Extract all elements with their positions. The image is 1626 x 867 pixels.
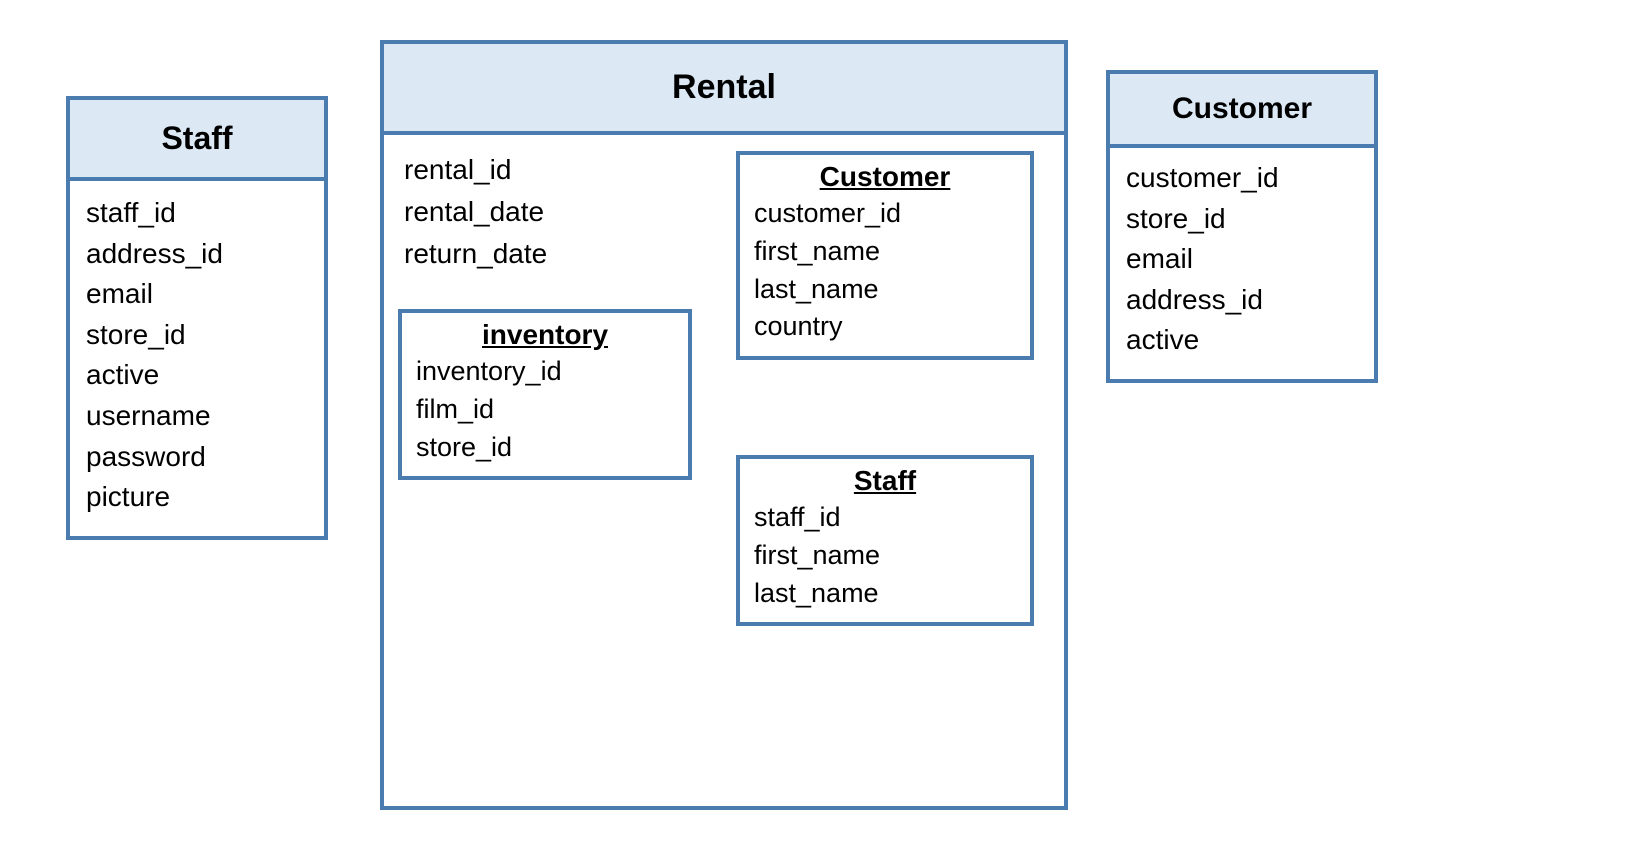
attr: email — [86, 274, 308, 315]
attr: password — [86, 437, 308, 478]
attr: first_name — [754, 537, 1016, 575]
entity-customer: Customer customer_id store_id email addr… — [1106, 70, 1378, 383]
attr: customer_id — [1126, 158, 1358, 199]
entity-header-staff: Staff — [70, 100, 324, 181]
attr: address_id — [86, 234, 308, 275]
attr: active — [1126, 320, 1358, 361]
entity-header-customer: Customer — [1110, 74, 1374, 148]
attr: address_id — [1126, 280, 1358, 321]
attr: store_id — [1126, 199, 1358, 240]
entity-header-rental: Rental — [384, 44, 1064, 135]
attr: staff_id — [86, 193, 308, 234]
attr: country — [754, 308, 1016, 346]
attr: inventory_id — [416, 353, 674, 391]
inner-title-inventory: inventory — [416, 319, 674, 351]
inner-title-staff: Staff — [754, 465, 1016, 497]
attr: active — [86, 355, 308, 396]
attr: staff_id — [754, 499, 1016, 537]
entity-body-rental: rental_id rental_date return_date Custom… — [384, 135, 1064, 811]
staff-attrs: staff_id address_id email store_id activ… — [86, 193, 308, 518]
attr: first_name — [754, 233, 1016, 271]
inner-entity-inventory: inventory inventory_id film_id store_id — [398, 309, 692, 480]
entity-staff: Staff staff_id address_id email store_id… — [66, 96, 328, 540]
attr: store_id — [86, 315, 308, 356]
customer-attrs: customer_id store_id email address_id ac… — [1126, 158, 1358, 361]
inner-entity-staff: Staff staff_id first_name last_name — [736, 455, 1034, 626]
attr: username — [86, 396, 308, 437]
attr: last_name — [754, 271, 1016, 309]
attr: last_name — [754, 575, 1016, 613]
attr: picture — [86, 477, 308, 518]
inner-title-customer: Customer — [754, 161, 1016, 193]
entity-body-staff: staff_id address_id email store_id activ… — [70, 181, 324, 536]
entity-body-customer: customer_id store_id email address_id ac… — [1110, 148, 1374, 379]
attr: film_id — [416, 391, 674, 429]
attr: store_id — [416, 429, 674, 467]
attr: customer_id — [754, 195, 1016, 233]
entity-rental: Rental rental_id rental_date return_date… — [380, 40, 1068, 810]
inner-entity-customer: Customer customer_id first_name last_nam… — [736, 151, 1034, 360]
er-diagram-canvas: Staff staff_id address_id email store_id… — [30, 40, 1596, 827]
attr: email — [1126, 239, 1358, 280]
